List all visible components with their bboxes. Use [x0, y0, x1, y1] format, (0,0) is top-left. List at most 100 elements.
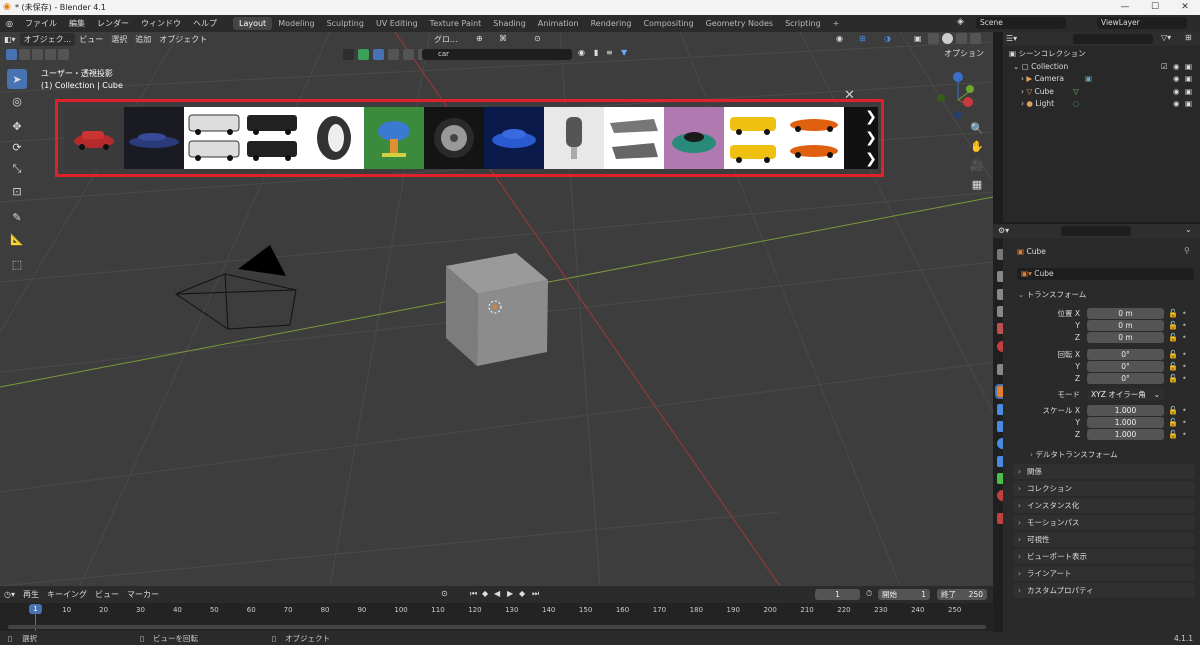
- clock-icon[interactable]: ⏱: [866, 589, 872, 599]
- current-frame-field[interactable]: 1: [815, 589, 860, 600]
- keyframe-dot-icon[interactable]: •: [1182, 349, 1187, 360]
- keyframe-dot-icon[interactable]: •: [1182, 405, 1187, 416]
- lock-icon[interactable]: 🔓: [1168, 373, 1178, 384]
- camera-view-icon[interactable]: 🎥: [968, 157, 986, 175]
- pan-hand-icon[interactable]: ✋: [968, 138, 986, 156]
- xray-icon[interactable]: ▣: [910, 33, 926, 44]
- object-datablock-field[interactable]: ▣▾ Cube: [1017, 268, 1194, 280]
- filter-icon[interactable]: ▽▾: [1161, 33, 1171, 42]
- move-tool-icon[interactable]: ✥: [7, 116, 27, 136]
- tab-layout[interactable]: Layout: [232, 17, 273, 30]
- rendered-shading-icon[interactable]: [970, 33, 981, 44]
- blender-menu-icon[interactable]: ◎: [0, 19, 19, 28]
- keyframe-dot-icon[interactable]: •: [1182, 332, 1187, 343]
- rotation-z-field[interactable]: 0°: [1087, 373, 1164, 384]
- camera-render-icon[interactable]: ▣: [1185, 98, 1192, 110]
- section-motion-paths[interactable]: › モーションパス: [1013, 515, 1195, 530]
- menu-edit[interactable]: 編集: [63, 18, 91, 29]
- asset-thumbnail-spring-rider-toy[interactable]: [364, 107, 424, 169]
- proportional-icon[interactable]: ⊙: [530, 33, 545, 44]
- menu-file[interactable]: ファイル: [19, 18, 63, 29]
- section-visibility[interactable]: › 可視性: [1013, 532, 1195, 547]
- transform-tool-icon[interactable]: ⊡: [7, 181, 27, 201]
- menu-keying[interactable]: キーイング: [43, 588, 91, 601]
- properties-options-icon[interactable]: ⌄: [1185, 225, 1192, 234]
- asset-thumbnail-blue-sedan[interactable]: [484, 107, 544, 169]
- delta-transform-header[interactable]: › デルタトランスフォーム: [1030, 449, 1118, 460]
- location-x-field[interactable]: 0 m: [1087, 308, 1164, 319]
- world-filter-icon[interactable]: [403, 49, 414, 60]
- material-shading-icon[interactable]: [956, 33, 967, 44]
- section-custom-properties[interactable]: › カスタムプロパティ: [1013, 583, 1195, 598]
- section-relations[interactable]: › 関係: [1013, 464, 1195, 479]
- asset-thumbnail-police-suv[interactable]: [184, 107, 304, 169]
- asset-thumbnail-red-classic-car[interactable]: [64, 107, 124, 169]
- menu-view[interactable]: ビュー: [75, 33, 107, 46]
- asset-thumbnail-blue-sports-car[interactable]: [124, 107, 184, 169]
- cursor-tool-icon[interactable]: ◎: [7, 91, 27, 111]
- zoom-icon[interactable]: 🔍: [968, 120, 986, 138]
- pivot-icon[interactable]: ⊕: [472, 33, 487, 44]
- asset-thumbnail-alloy-wheel[interactable]: [424, 107, 484, 169]
- camera-render-icon[interactable]: ▣: [1185, 73, 1192, 85]
- lock-icon[interactable]: 🔓: [1168, 349, 1178, 360]
- add-workspace-button[interactable]: +: [827, 17, 846, 30]
- scene-selector[interactable]: Scene: [976, 17, 1066, 29]
- editor-type-icon[interactable]: ◧▾: [0, 34, 20, 45]
- outliner-scene-collection[interactable]: ▣ シーンコレクション: [1003, 48, 1200, 60]
- scale-x-field[interactable]: 1.000: [1087, 405, 1164, 416]
- lock-icon[interactable]: 🔓: [1168, 361, 1178, 372]
- asset-thumbnail-orange-supercar[interactable]: [784, 107, 844, 169]
- lock-icon[interactable]: 🔓: [1168, 429, 1178, 440]
- properties-editor-icon[interactable]: ⚙▾: [998, 226, 1009, 235]
- measure-tool-icon[interactable]: 📐: [7, 229, 27, 249]
- asset-thumbnail-tire[interactable]: [304, 107, 364, 169]
- eye-icon[interactable]: ◉: [1173, 98, 1180, 110]
- timeline-scrollbar[interactable]: [8, 625, 986, 629]
- asset-thumbnail-yellow-taxi[interactable]: [724, 107, 784, 169]
- outliner-editor-icon[interactable]: ☰▾: [1006, 34, 1017, 43]
- select-intersect-icon[interactable]: [58, 48, 69, 60]
- snap-icon[interactable]: ⌘: [495, 33, 511, 44]
- tab-animation[interactable]: Animation: [532, 17, 585, 30]
- maximize-button[interactable]: ☐: [1140, 0, 1170, 15]
- asset-browser-toggles[interactable]: [343, 49, 431, 60]
- menu-add[interactable]: 追加: [131, 33, 155, 46]
- outliner-item-collection[interactable]: ⌄ ▢ Collection ☑ ◉ ▣: [1003, 61, 1200, 73]
- section-viewport-display[interactable]: › ビューポート表示: [1013, 549, 1195, 564]
- location-y-field[interactable]: 0 m: [1087, 320, 1164, 331]
- gizmo-icon[interactable]: ⊞: [855, 33, 870, 44]
- outliner-item-cube[interactable]: › ▽ Cube ▽ ◉ ▣: [1003, 86, 1200, 98]
- area-divider[interactable]: [993, 32, 1003, 222]
- tab-shading[interactable]: Shading: [487, 17, 532, 30]
- checkbox-icon[interactable]: ☑: [1161, 61, 1168, 73]
- funnel-icon[interactable]: ▼: [617, 47, 631, 58]
- menu-help[interactable]: ヘルプ: [187, 18, 223, 29]
- mode-selector[interactable]: オブジェク...: [19, 32, 76, 46]
- lock-icon[interactable]: 🔓: [1168, 320, 1178, 331]
- keyframe-dot-icon[interactable]: •: [1182, 308, 1187, 319]
- keyframe-dot-icon[interactable]: •: [1182, 373, 1187, 384]
- camera-render-icon[interactable]: ▣: [1185, 61, 1192, 73]
- asset-thumbnail-wrecked-car[interactable]: [604, 107, 664, 169]
- viewlayer-selector[interactable]: ViewLayer: [1097, 17, 1187, 29]
- menu-select[interactable]: 選択: [107, 33, 131, 46]
- new-collection-icon[interactable]: ⊞: [1185, 33, 1192, 42]
- tab-sculpting[interactable]: Sculpting: [321, 17, 370, 30]
- tab-texture-paint[interactable]: Texture Paint: [424, 17, 488, 30]
- auto-keying-icon[interactable]: ⊙: [437, 588, 452, 599]
- overlay-icon[interactable]: ◑: [880, 33, 895, 44]
- tab-modeling[interactable]: Modeling: [272, 17, 320, 30]
- bookmark-icon[interactable]: ▮: [590, 47, 602, 58]
- tab-uv-editing[interactable]: UV Editing: [370, 17, 424, 30]
- keyframe-dot-icon[interactable]: •: [1182, 429, 1187, 440]
- tab-scripting[interactable]: Scripting: [779, 17, 827, 30]
- keyframe-dot-icon[interactable]: •: [1182, 417, 1187, 428]
- wireframe-shading-icon[interactable]: [928, 33, 939, 44]
- current-frame-indicator[interactable]: 1: [29, 604, 42, 614]
- options-dropdown[interactable]: オプション: [940, 47, 988, 60]
- menu-marker[interactable]: マーカー: [123, 588, 163, 601]
- scale-y-field[interactable]: 1.000: [1087, 417, 1164, 428]
- eye-filter-icon[interactable]: ◉: [574, 47, 589, 58]
- next-arrow-icon[interactable]: ❯: [865, 109, 877, 125]
